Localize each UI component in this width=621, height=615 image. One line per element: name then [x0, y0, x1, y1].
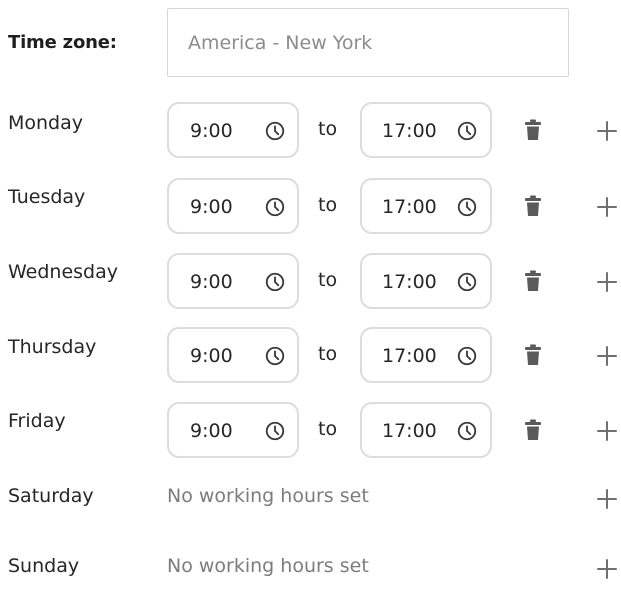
start-time-value: 9:00	[190, 120, 233, 142]
end-time-input[interactable]: 17:00	[360, 402, 492, 458]
trash-icon[interactable]	[524, 195, 542, 217]
trash-icon[interactable]	[524, 270, 542, 292]
day-label: Monday	[8, 112, 84, 134]
trash-icon[interactable]	[524, 119, 542, 141]
day-label: Saturday	[8, 485, 94, 507]
start-time-value: 9:00	[190, 271, 233, 293]
day-label: Wednesday	[8, 261, 119, 283]
schedule-row-saturday: Saturday No working hours set	[0, 485, 621, 545]
clock-icon[interactable]	[456, 271, 478, 293]
clock-icon[interactable]	[456, 120, 478, 142]
start-time-value: 9:00	[190, 420, 233, 442]
end-time-input[interactable]: 17:00	[360, 327, 492, 383]
clock-icon[interactable]	[456, 420, 478, 442]
schedule-row-tuesday: Tuesday 9:00 to 17:00	[0, 178, 621, 246]
plus-icon[interactable]	[596, 420, 618, 442]
schedule-row-friday: Friday 9:00 to 17:00	[0, 402, 621, 470]
end-time-value: 17:00	[382, 420, 437, 442]
schedule-row-sunday: Sunday No working hours set	[0, 555, 621, 615]
schedule-row-thursday: Thursday 9:00 to 17:00	[0, 327, 621, 396]
plus-icon[interactable]	[596, 345, 618, 367]
start-time-input[interactable]: 9:00	[167, 402, 299, 458]
plus-icon[interactable]	[596, 120, 618, 142]
to-label: to	[318, 343, 338, 365]
schedule-row-monday: Monday 9:00 to 17:00	[0, 102, 621, 172]
end-time-value: 17:00	[382, 271, 437, 293]
timezone-value: America - New York	[188, 31, 373, 54]
plus-icon[interactable]	[596, 488, 618, 510]
timezone-select[interactable]: America - New York	[167, 8, 569, 77]
end-time-input[interactable]: 17:00	[360, 102, 492, 158]
end-time-value: 17:00	[382, 345, 437, 367]
plus-icon[interactable]	[596, 196, 618, 218]
start-time-input[interactable]: 9:00	[167, 102, 299, 158]
end-time-value: 17:00	[382, 196, 437, 218]
day-label: Sunday	[8, 555, 80, 577]
start-time-input[interactable]: 9:00	[167, 178, 299, 234]
clock-icon[interactable]	[456, 345, 478, 367]
start-time-input[interactable]: 9:00	[167, 253, 299, 309]
to-label: to	[318, 194, 338, 216]
to-label: to	[318, 418, 338, 440]
start-time-input[interactable]: 9:00	[167, 327, 299, 383]
clock-icon[interactable]	[264, 345, 286, 367]
timezone-label: Time zone:	[8, 32, 117, 53]
plus-icon[interactable]	[596, 558, 618, 580]
trash-icon[interactable]	[524, 419, 542, 441]
trash-icon[interactable]	[524, 344, 542, 366]
no-hours-message: No working hours set	[167, 485, 369, 507]
clock-icon[interactable]	[264, 120, 286, 142]
no-hours-message: No working hours set	[167, 555, 369, 577]
plus-icon[interactable]	[596, 271, 618, 293]
start-time-value: 9:00	[190, 345, 233, 367]
schedule-row-wednesday: Wednesday 9:00 to 17:00	[0, 253, 621, 321]
end-time-value: 17:00	[382, 120, 437, 142]
start-time-value: 9:00	[190, 196, 233, 218]
to-label: to	[318, 118, 338, 140]
day-label: Thursday	[8, 336, 97, 358]
clock-icon[interactable]	[264, 420, 286, 442]
day-label: Friday	[8, 410, 66, 432]
to-label: to	[318, 269, 338, 291]
end-time-input[interactable]: 17:00	[360, 178, 492, 234]
end-time-input[interactable]: 17:00	[360, 253, 492, 309]
clock-icon[interactable]	[264, 271, 286, 293]
clock-icon[interactable]	[264, 196, 286, 218]
clock-icon[interactable]	[456, 196, 478, 218]
day-label: Tuesday	[8, 186, 86, 208]
